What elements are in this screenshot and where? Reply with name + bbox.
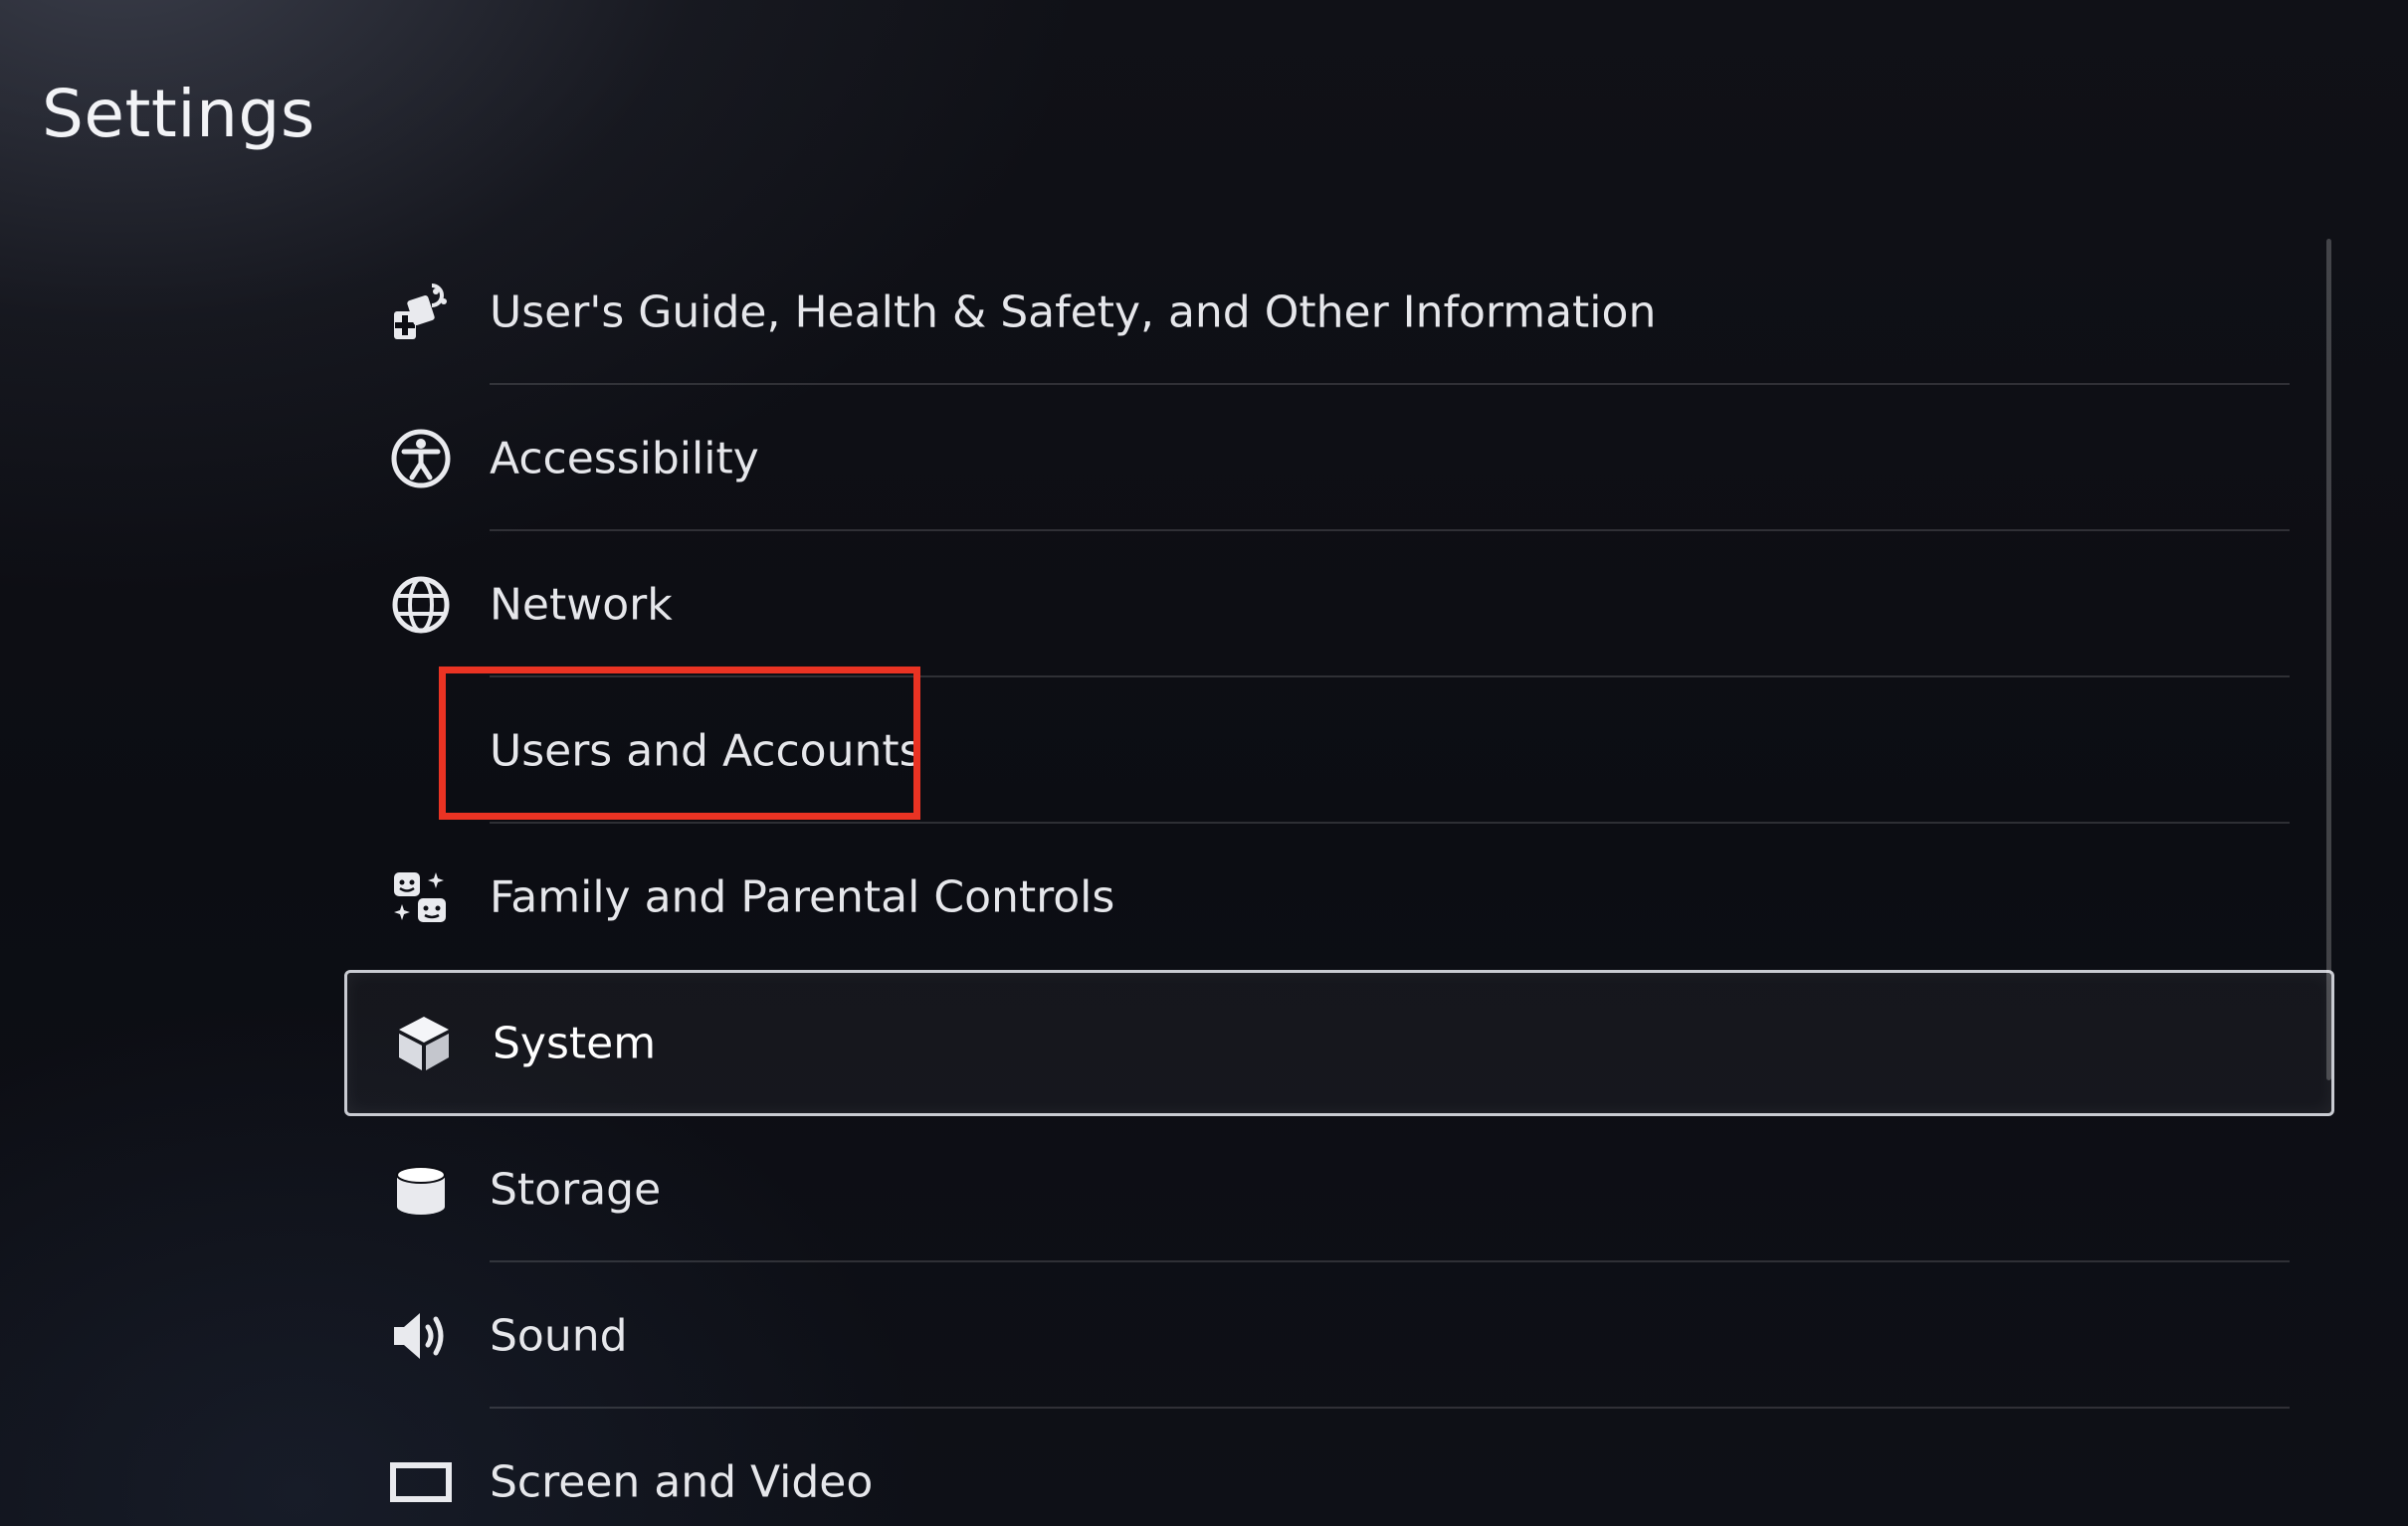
menu-item-label: Network	[490, 579, 673, 630]
menu-item-family-controls[interactable]: Family and Parental Controls	[344, 824, 2334, 970]
menu-item-label: Storage	[490, 1164, 662, 1215]
scrollbar[interactable]	[2326, 239, 2331, 1080]
menu-item-network[interactable]: Network	[344, 531, 2334, 677]
settings-screen: Settings User's Guide, Health & Safety, …	[0, 0, 2408, 1526]
menu-item-screen-video[interactable]: Screen and Video	[344, 1409, 2334, 1526]
speaker-icon	[388, 1303, 454, 1369]
menu-item-label: User's Guide, Health & Safety, and Other…	[490, 286, 1657, 337]
menu-item-sound[interactable]: Sound	[344, 1262, 2334, 1409]
cube-icon	[391, 1011, 457, 1076]
family-controls-icon	[388, 864, 454, 930]
menu-item-accessibility[interactable]: Accessibility	[344, 385, 2334, 531]
menu-item-label: Screen and Video	[490, 1456, 874, 1507]
storage-cylinder-icon	[388, 1157, 454, 1223]
menu-item-storage[interactable]: Storage	[344, 1116, 2334, 1262]
annotation-highlight-box	[439, 667, 920, 820]
menu-item-users-guide[interactable]: User's Guide, Health & Safety, and Other…	[344, 239, 2334, 385]
menu-item-label: System	[493, 1018, 657, 1068]
menu-item-label: Family and Parental Controls	[490, 871, 1115, 922]
settings-menu: User's Guide, Health & Safety, and Other…	[344, 239, 2334, 1526]
accessibility-icon	[388, 426, 454, 491]
menu-item-label: Accessibility	[490, 433, 759, 483]
menu-item-label: Sound	[490, 1310, 628, 1361]
guide-info-icon	[388, 280, 454, 345]
menu-item-system[interactable]: System	[344, 970, 2334, 1116]
screen-icon	[388, 1449, 454, 1515]
globe-icon	[388, 572, 454, 638]
page-title: Settings	[42, 76, 315, 152]
